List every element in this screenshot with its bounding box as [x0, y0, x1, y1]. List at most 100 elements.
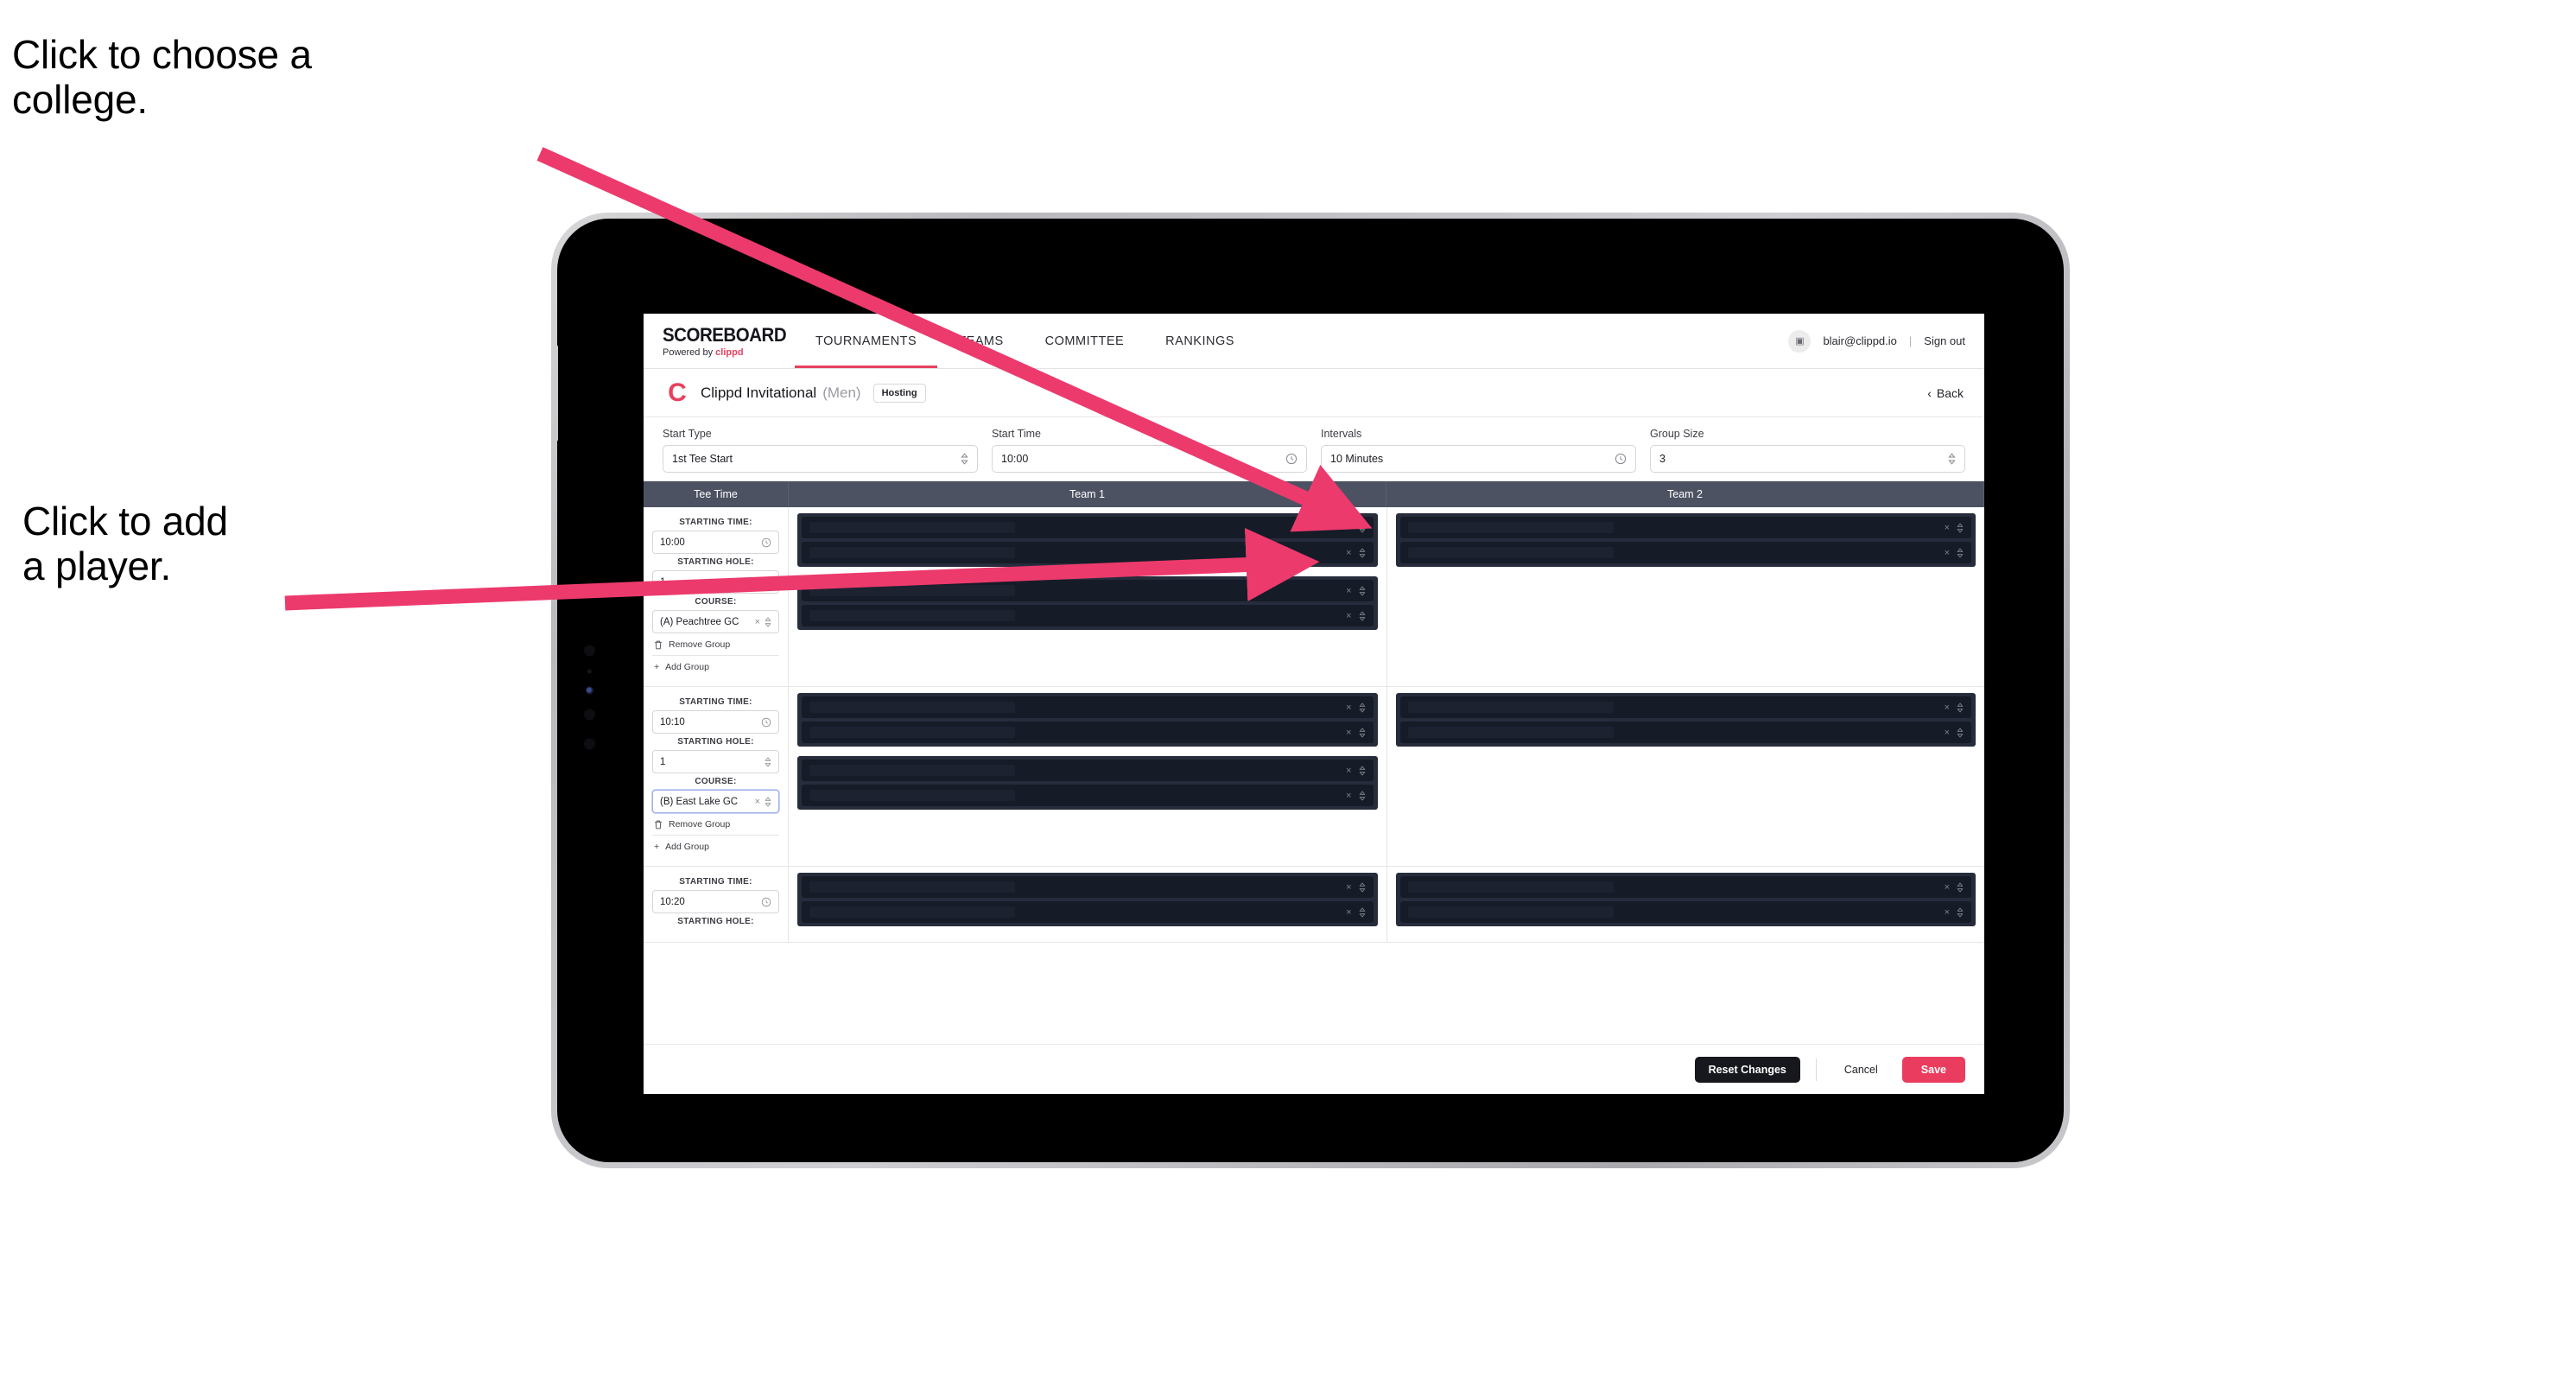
team-2-group[interactable]: × × — [1395, 693, 1976, 747]
scoreboard-logo[interactable]: SCOREBOARD Powered by clippd — [663, 324, 787, 358]
clock-icon[interactable] — [1285, 453, 1298, 465]
save-button[interactable]: Save — [1901, 1056, 1965, 1083]
close-icon[interactable]: × — [755, 617, 760, 627]
starting-hole-input[interactable]: 1 — [652, 750, 779, 773]
player-row[interactable]: × — [1399, 542, 1971, 563]
player-row[interactable]: × — [802, 876, 1374, 898]
stepper-icon[interactable] — [1948, 453, 1956, 465]
start-time-input[interactable]: 10:00 — [992, 445, 1307, 473]
stepper-icon[interactable] — [1358, 906, 1366, 918]
close-icon[interactable]: × — [1346, 728, 1351, 738]
nav-tab-rankings[interactable]: RANKINGS — [1145, 314, 1255, 368]
close-icon[interactable]: × — [1945, 703, 1950, 713]
team-1-group[interactable]: × × — [797, 513, 1378, 567]
player-row[interactable]: × — [802, 760, 1374, 781]
stepper-icon[interactable] — [765, 796, 771, 807]
nav-tab-tournaments[interactable]: TOURNAMENTS — [795, 314, 938, 368]
start-type-select[interactable]: 1st Tee Start — [663, 445, 978, 473]
player-row[interactable]: × — [802, 785, 1374, 806]
add-group-button[interactable]: + Add Group — [652, 835, 779, 857]
clock-icon[interactable] — [1615, 453, 1627, 465]
start-type-control: Start Type 1st Tee Start — [663, 428, 978, 473]
player-row[interactable]: × — [1399, 696, 1971, 718]
team-1-group[interactable]: × × — [797, 873, 1378, 926]
clock-icon[interactable] — [761, 537, 771, 548]
back-button[interactable]: ‹ Back — [1927, 386, 1964, 400]
close-icon[interactable]: × — [1346, 766, 1351, 776]
close-icon[interactable]: × — [1346, 882, 1351, 893]
close-icon[interactable]: × — [1945, 523, 1950, 533]
stepper-icon[interactable] — [1957, 881, 1964, 893]
team-2-group[interactable]: × × — [1395, 513, 1976, 567]
close-icon[interactable]: × — [1945, 728, 1950, 738]
reset-changes-button[interactable]: Reset Changes — [1694, 1056, 1800, 1083]
stepper-icon[interactable] — [1957, 702, 1964, 713]
player-row[interactable]: × — [802, 901, 1374, 923]
starting-time-input[interactable]: 10:00 — [652, 531, 779, 554]
stepper-icon[interactable] — [1358, 702, 1366, 713]
player-row[interactable]: × — [802, 542, 1374, 563]
stepper-icon[interactable] — [961, 453, 968, 465]
course-select[interactable]: (B) East Lake GC × — [652, 790, 779, 813]
team-1-group[interactable]: × × — [797, 576, 1378, 630]
remove-group-button[interactable]: Remove Group — [652, 633, 779, 655]
starting-hole-input[interactable]: 1 — [652, 570, 779, 594]
starting-time-input[interactable]: 10:20 — [652, 890, 779, 913]
avatar[interactable]: ▣ — [1788, 329, 1811, 353]
close-icon[interactable]: × — [755, 797, 760, 807]
stepper-icon[interactable] — [1358, 765, 1366, 776]
close-icon[interactable]: × — [1346, 548, 1351, 558]
player-row[interactable]: × — [802, 580, 1374, 601]
stepper-icon[interactable] — [1358, 547, 1366, 558]
clock-icon[interactable] — [761, 897, 771, 907]
stepper-icon[interactable] — [1957, 547, 1964, 558]
sign-out-link[interactable]: Sign out — [1924, 334, 1965, 347]
stepper-icon[interactable] — [1957, 522, 1964, 533]
stepper-icon[interactable] — [765, 616, 771, 627]
clock-icon[interactable] — [761, 717, 771, 728]
player-row[interactable]: × — [1399, 722, 1971, 743]
player-row[interactable]: × — [802, 517, 1374, 538]
add-group-button[interactable]: + Add Group — [652, 655, 779, 677]
close-icon[interactable]: × — [1945, 907, 1950, 918]
team-1-group[interactable]: × × — [797, 693, 1378, 747]
nav-tabs: TOURNAMENTS TEAMS COMMITTEE RANKINGS — [795, 314, 1255, 368]
close-icon[interactable]: × — [1346, 791, 1351, 801]
player-row[interactable]: × — [1399, 517, 1971, 538]
player-row[interactable]: × — [1399, 901, 1971, 923]
player-row-actions: × — [1945, 882, 1964, 893]
stepper-icon[interactable] — [1358, 522, 1366, 533]
close-icon[interactable]: × — [1945, 882, 1950, 893]
cancel-button[interactable]: Cancel — [1832, 1057, 1890, 1083]
stepper-icon[interactable] — [1957, 906, 1964, 918]
player-row[interactable]: × — [802, 696, 1374, 718]
starting-time-input[interactable]: 10:10 — [652, 710, 779, 734]
player-row[interactable]: × — [802, 605, 1374, 626]
close-icon[interactable]: × — [1945, 548, 1950, 558]
remove-group-button[interactable]: Remove Group — [652, 813, 779, 835]
stepper-icon[interactable] — [1957, 727, 1964, 738]
close-icon[interactable]: × — [1346, 611, 1351, 621]
stepper-icon[interactable] — [1358, 585, 1366, 596]
player-row[interactable]: × — [802, 722, 1374, 743]
team-2-group[interactable]: × × — [1395, 873, 1976, 926]
nav-tab-committee[interactable]: COMMITTEE — [1025, 314, 1145, 368]
close-icon[interactable]: × — [1346, 907, 1351, 918]
nav-tab-teams[interactable]: TEAMS — [937, 314, 1024, 368]
player-row-actions: × — [1346, 702, 1366, 713]
group-size-select[interactable]: 3 — [1650, 445, 1965, 473]
player-row[interactable]: × — [1399, 876, 1971, 898]
close-icon[interactable]: × — [1346, 586, 1351, 596]
stepper-icon[interactable] — [765, 756, 771, 767]
course-select[interactable]: (A) Peachtree GC × — [652, 610, 779, 633]
team-1-group[interactable]: × × — [797, 756, 1378, 810]
close-icon[interactable]: × — [1346, 703, 1351, 713]
stepper-icon[interactable] — [1358, 790, 1366, 801]
stepper-icon[interactable] — [1358, 727, 1366, 738]
volume-button[interactable] — [557, 345, 558, 442]
stepper-icon[interactable] — [765, 576, 771, 588]
close-icon[interactable]: × — [1346, 523, 1351, 533]
stepper-icon[interactable] — [1358, 881, 1366, 893]
stepper-icon[interactable] — [1358, 610, 1366, 621]
intervals-input[interactable]: 10 Minutes — [1321, 445, 1636, 473]
